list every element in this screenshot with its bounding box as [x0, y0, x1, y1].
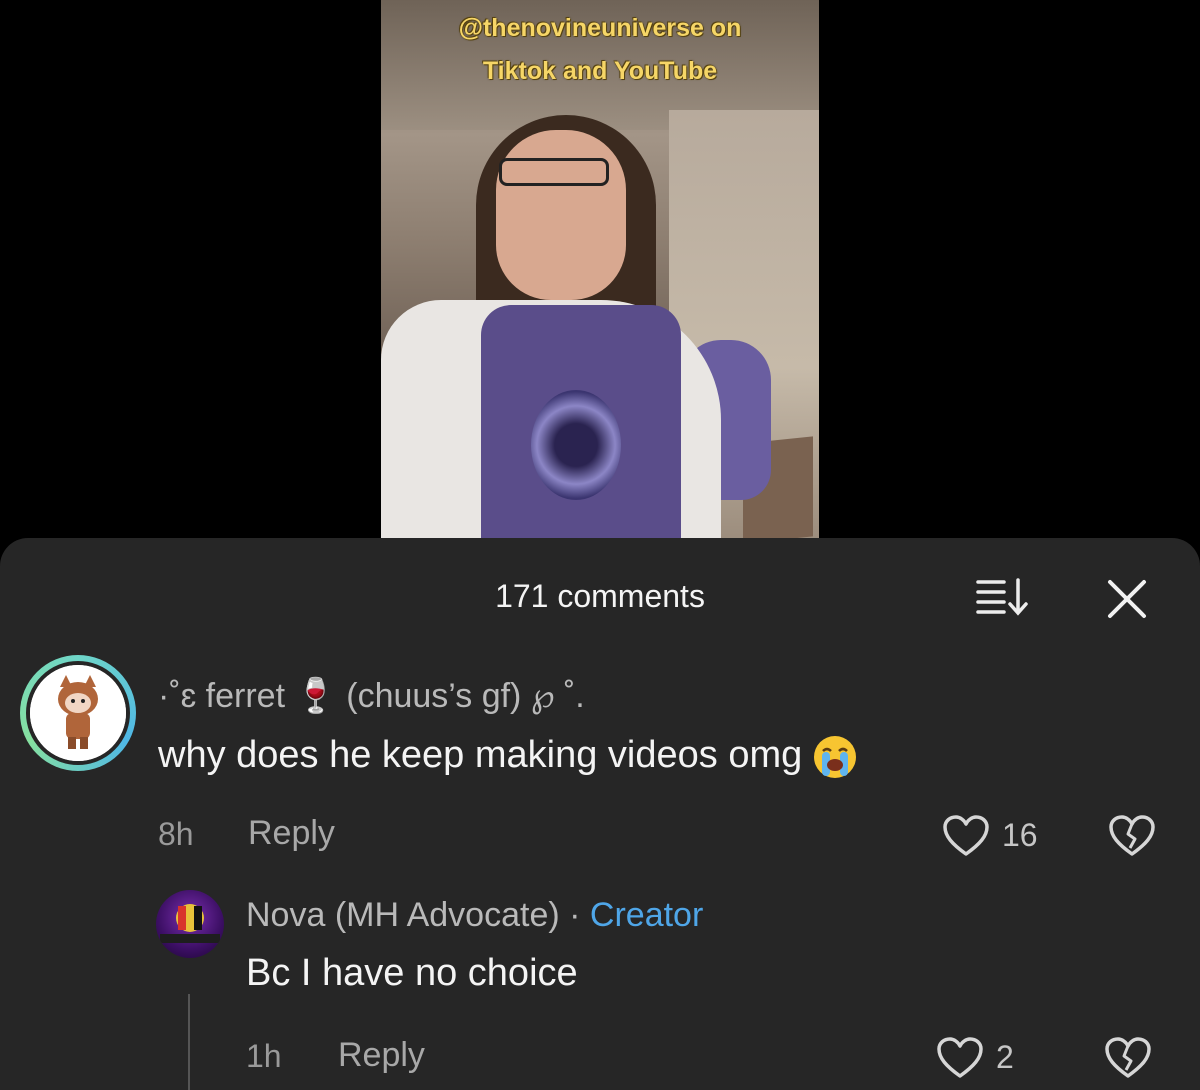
app-screen: @thenovineuniverse on Tiktok and YouTube…: [0, 0, 1200, 1090]
broken-heart-icon[interactable]: [1104, 1036, 1152, 1080]
video-caption-line: Tiktok and YouTube: [482, 57, 718, 85]
comment-timestamp: 8h: [158, 816, 194, 852]
heart-icon[interactable]: [936, 1036, 984, 1080]
avatar[interactable]: [20, 655, 136, 771]
video-player[interactable]: @thenovineuniverse on Tiktok and YouTube: [381, 0, 819, 540]
comment-text-body: why does he keep making videos omg: [158, 734, 803, 777]
comment-text: why does he keep making videos omg: [158, 734, 858, 780]
video-person-face: [496, 130, 626, 300]
sort-icon[interactable]: [974, 576, 1034, 618]
like-count: 16: [1002, 817, 1038, 853]
creator-avatar-icon: [160, 904, 220, 943]
reply-username[interactable]: Nova (MH Advocate): [246, 896, 560, 934]
video-shirt-graphic: [531, 390, 621, 500]
ferret-avatar-icon: [30, 665, 126, 761]
comments-sheet: 171 comments ·˚ɛ ferret 🍷 (chuus’s gf) ℘…: [0, 538, 1200, 1090]
reply-timestamp: 1h: [246, 1038, 282, 1074]
reply-username-row: Nova (MH Advocate) · Creator: [246, 896, 703, 935]
thread-line: [188, 994, 190, 1090]
reply-text: Bc I have no choice: [246, 952, 578, 994]
comment-username[interactable]: ·˚ɛ ferret 🍷 (chuus’s gf) ℘ ˚.: [158, 676, 585, 716]
heart-icon[interactable]: [942, 814, 990, 858]
creator-badge: Creator: [589, 896, 704, 934]
username-separator: ·: [569, 896, 581, 934]
reply-button[interactable]: Reply: [248, 814, 335, 853]
reply-button[interactable]: Reply: [338, 1036, 425, 1075]
broken-heart-icon[interactable]: [1108, 814, 1156, 858]
loudly-crying-face-icon: [814, 736, 857, 778]
video-person-glasses: [499, 158, 609, 186]
avatar-image: [26, 661, 130, 765]
reply-avatar[interactable]: [156, 890, 224, 958]
like-count: 2: [996, 1039, 1014, 1075]
video-caption-line: @thenovineuniverse on: [458, 14, 742, 42]
close-icon[interactable]: [1104, 576, 1150, 622]
